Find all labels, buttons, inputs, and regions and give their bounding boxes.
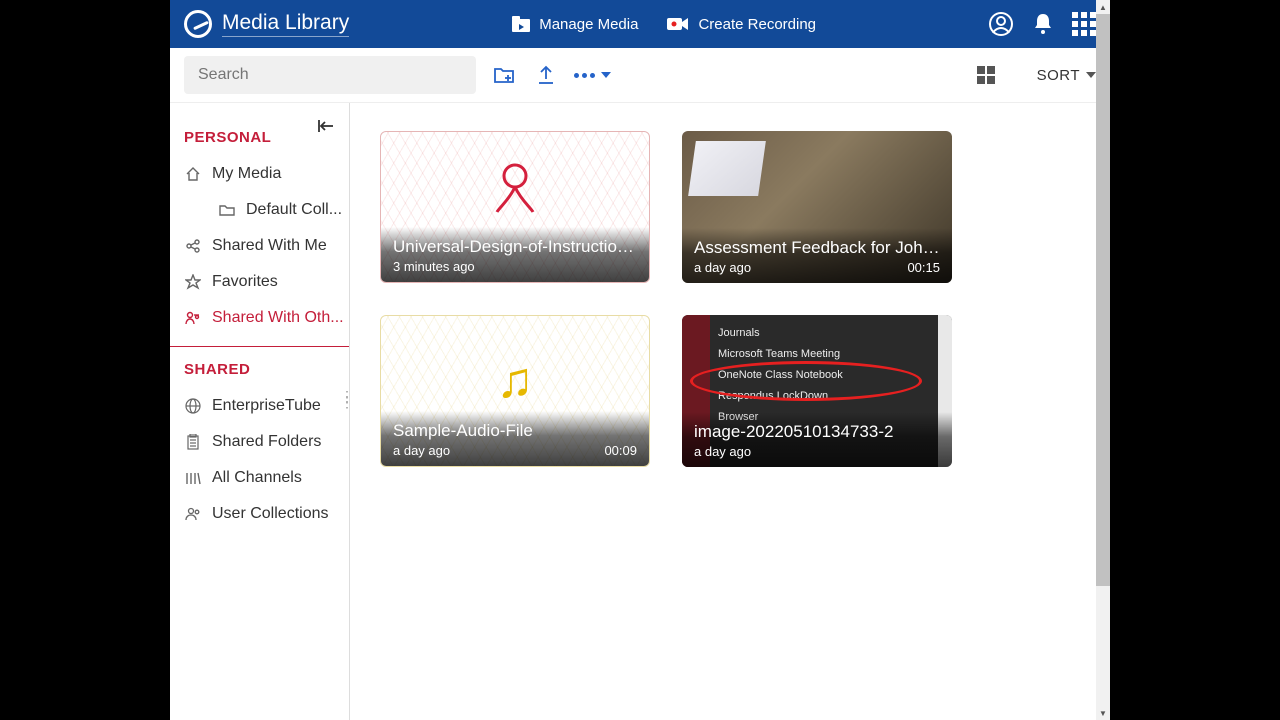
sidebar-item-enterprisetube[interactable]: EnterpriseTube bbox=[170, 388, 349, 424]
card-duration: 00:15 bbox=[907, 260, 940, 275]
search-box[interactable] bbox=[184, 56, 476, 94]
media-card[interactable]: Assessment Feedback for John ... a day a… bbox=[682, 131, 952, 283]
share-icon bbox=[184, 237, 202, 255]
music-note-icon: ♫ bbox=[496, 351, 534, 409]
star-icon bbox=[184, 273, 202, 291]
section-header-shared: SHARED bbox=[170, 347, 349, 388]
card-overlay: image-20220510134733-2 a day ago bbox=[682, 412, 952, 467]
globe-icon bbox=[184, 397, 202, 415]
collapse-sidebar-button[interactable] bbox=[317, 118, 335, 139]
folder-icon bbox=[511, 15, 531, 33]
card-timestamp: a day ago bbox=[694, 444, 751, 459]
chevron-down-icon bbox=[601, 72, 611, 78]
media-card[interactable]: Universal-Design-of-Instruction-... 3 mi… bbox=[380, 131, 650, 283]
clipboard-icon bbox=[184, 433, 202, 451]
sidebar-item-label: All Channels bbox=[212, 469, 302, 487]
resize-handle[interactable]: ⋮⋮ bbox=[340, 393, 354, 405]
media-grid: Universal-Design-of-Instruction-... 3 mi… bbox=[380, 131, 1080, 467]
brand-logo-wrap[interactable]: Media Library bbox=[184, 10, 349, 38]
chevron-down-icon bbox=[1086, 72, 1096, 78]
toolbar: SORT bbox=[170, 48, 1110, 103]
sidebar-item-shared-with-me[interactable]: Shared With Me bbox=[170, 228, 349, 264]
sidebar-item-label: Shared Folders bbox=[212, 433, 321, 451]
media-card[interactable]: ♫ Sample-Audio-File a day ago 00:09 bbox=[380, 315, 650, 467]
scroll-up-icon[interactable]: ▲ bbox=[1096, 0, 1110, 14]
manage-media-label: Manage Media bbox=[539, 16, 638, 33]
sidebar-item-label: My Media bbox=[212, 165, 281, 183]
sidebar-item-label: User Collections bbox=[212, 505, 328, 523]
card-overlay: Assessment Feedback for John ... a day a… bbox=[682, 228, 952, 283]
card-timestamp: a day ago bbox=[393, 443, 450, 458]
profile-icon[interactable] bbox=[988, 11, 1014, 37]
sidebar: PERSONAL My Media Default Coll... Shared… bbox=[170, 103, 350, 720]
upload-button[interactable] bbox=[532, 61, 560, 89]
content-area: Universal-Design-of-Instruction-... 3 mi… bbox=[350, 103, 1110, 720]
grid-view-button[interactable] bbox=[977, 66, 995, 84]
create-recording-button[interactable]: Create Recording bbox=[658, 15, 824, 33]
manage-media-button[interactable]: Manage Media bbox=[503, 15, 646, 33]
sidebar-item-favorites[interactable]: Favorites bbox=[170, 264, 349, 300]
home-icon bbox=[184, 165, 202, 183]
sidebar-item-label: Default Coll... bbox=[246, 201, 342, 219]
sidebar-item-label: Favorites bbox=[212, 273, 278, 291]
sidebar-item-label: Shared With Oth... bbox=[212, 309, 344, 327]
sort-button[interactable]: SORT bbox=[1037, 67, 1096, 84]
card-title: Assessment Feedback for John ... bbox=[694, 238, 940, 258]
camera-icon bbox=[666, 15, 690, 33]
scroll-thumb[interactable] bbox=[1096, 14, 1110, 586]
top-navbar: Media Library Manage Media Create Record… bbox=[170, 0, 1110, 48]
sidebar-item-user-collections[interactable]: User Collections bbox=[170, 496, 349, 532]
card-overlay: Universal-Design-of-Instruction-... 3 mi… bbox=[381, 227, 649, 282]
sidebar-item-all-channels[interactable]: All Channels bbox=[170, 460, 349, 496]
apps-grid-icon[interactable] bbox=[1072, 12, 1096, 36]
card-timestamp: 3 minutes ago bbox=[393, 259, 475, 274]
sidebar-item-my-media[interactable]: My Media bbox=[170, 156, 349, 192]
sidebar-item-shared-folders[interactable]: Shared Folders bbox=[170, 424, 349, 460]
folder-icon bbox=[218, 201, 236, 219]
sort-label: SORT bbox=[1037, 67, 1080, 84]
sidebar-item-label: EnterpriseTube bbox=[212, 397, 321, 415]
card-title: Sample-Audio-File bbox=[393, 421, 637, 441]
share-out-icon bbox=[184, 309, 202, 327]
scroll-down-icon[interactable]: ▼ bbox=[1096, 706, 1110, 720]
card-overlay: Sample-Audio-File a day ago 00:09 bbox=[381, 411, 649, 466]
card-duration: 00:09 bbox=[604, 443, 637, 458]
annotation-circle-icon bbox=[690, 361, 922, 401]
sidebar-item-default-collection[interactable]: Default Coll... bbox=[170, 192, 349, 228]
card-title: image-20220510134733-2 bbox=[694, 422, 940, 442]
ellipsis-icon bbox=[574, 73, 595, 78]
pdf-icon bbox=[491, 160, 539, 220]
logo-icon bbox=[184, 10, 212, 38]
window-scrollbar[interactable]: ▲ ▼ bbox=[1096, 0, 1110, 720]
create-recording-label: Create Recording bbox=[698, 16, 816, 33]
add-folder-button[interactable] bbox=[490, 61, 518, 89]
sidebar-item-label: Shared With Me bbox=[212, 237, 327, 255]
card-title: Universal-Design-of-Instruction-... bbox=[393, 237, 637, 257]
more-actions-button[interactable] bbox=[574, 72, 611, 78]
sidebar-item-shared-with-others[interactable]: Shared With Oth... bbox=[170, 300, 349, 336]
brand-title: Media Library bbox=[222, 11, 349, 37]
bell-icon[interactable] bbox=[1032, 12, 1054, 36]
library-icon bbox=[184, 469, 202, 487]
search-input[interactable] bbox=[198, 66, 462, 84]
media-card[interactable]: Journals Microsoft Teams Meeting OneNote… bbox=[682, 315, 952, 467]
card-timestamp: a day ago bbox=[694, 260, 751, 275]
users-icon bbox=[184, 505, 202, 523]
